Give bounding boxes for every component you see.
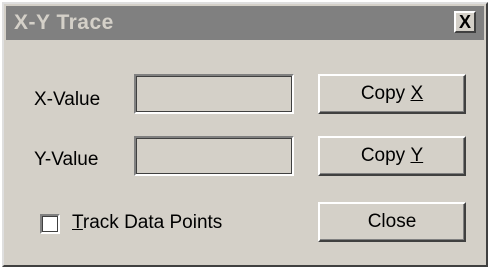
track-data-points-label[interactable]: Track Data Points xyxy=(72,212,222,234)
title-bar: X-Y Trace X xyxy=(6,6,484,40)
x-value-field[interactable] xyxy=(134,74,294,114)
close-icon: X xyxy=(458,12,471,32)
window-close-button[interactable]: X xyxy=(454,11,476,33)
copy-x-label: Copy xyxy=(360,83,411,104)
copy-x-button[interactable]: Copy X xyxy=(318,74,466,114)
copy-y-accel: Y xyxy=(410,145,424,166)
xy-trace-dialog: X-Y Trace X X-Value Y-Value Copy X Copy … xyxy=(2,2,488,267)
close-button[interactable]: Close xyxy=(318,202,466,242)
copy-y-button[interactable]: Copy Y xyxy=(318,136,466,176)
track-accel: T xyxy=(72,212,83,233)
track-label-rest: rack Data Points xyxy=(82,212,223,233)
y-value-label: Y-Value xyxy=(34,149,99,170)
track-data-points-checkbox[interactable] xyxy=(40,214,60,234)
copy-y-label: Copy xyxy=(360,145,411,166)
copy-x-accel: X xyxy=(410,83,424,104)
y-value-field[interactable] xyxy=(134,136,294,176)
x-value-label: X-Value xyxy=(34,89,101,110)
window-title: X-Y Trace xyxy=(14,11,114,34)
